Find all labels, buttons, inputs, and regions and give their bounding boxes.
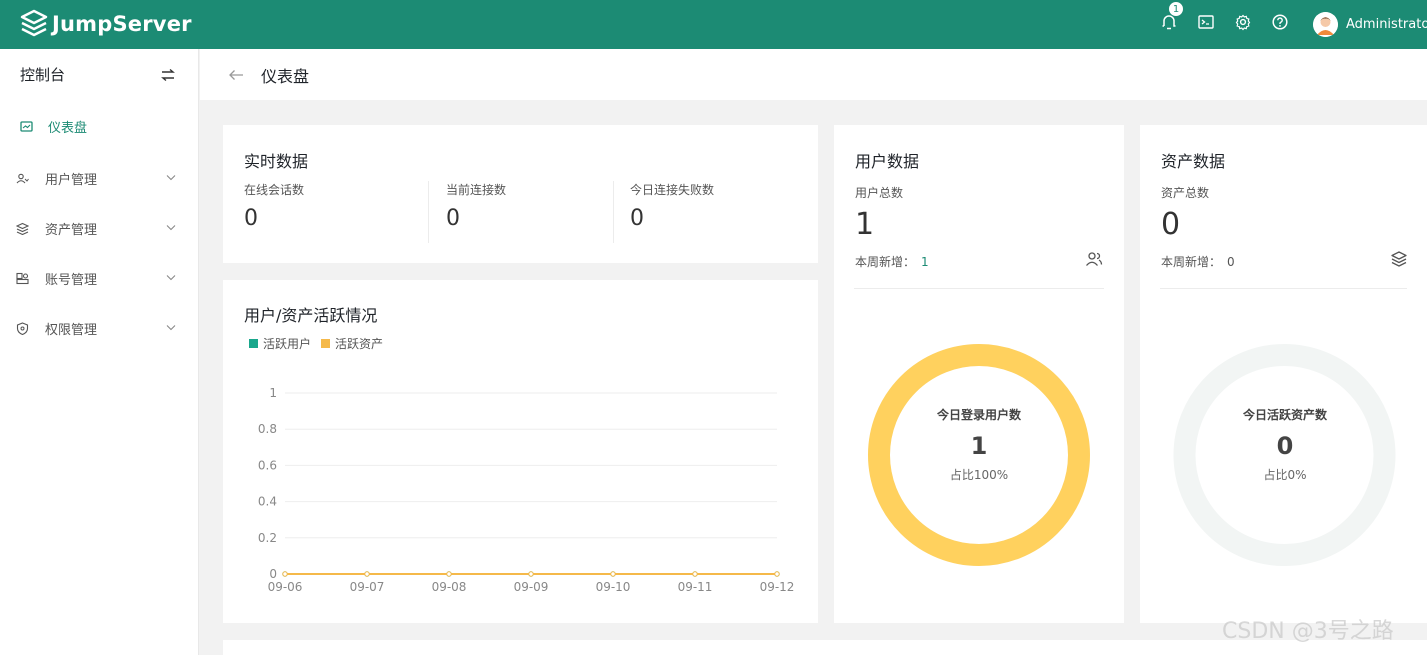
chevron-down-icon bbox=[166, 275, 176, 281]
back-arrow-icon[interactable] bbox=[228, 69, 244, 81]
notification-badge: 1 bbox=[1168, 1, 1184, 17]
assets-donut-chart bbox=[1173, 344, 1396, 566]
user-name: Administrator bbox=[1346, 17, 1427, 32]
donut-value: 1 bbox=[970, 432, 988, 460]
user-menu[interactable]: Administrator bbox=[1313, 12, 1427, 37]
sidebar-item-label: 账号管理 bbox=[45, 272, 98, 288]
x-tick-label: 09-10 bbox=[596, 580, 631, 594]
stat-label: 在线会话数 bbox=[244, 183, 305, 197]
y-tick-label: 0 bbox=[269, 567, 277, 581]
sidebar-item-label: 权限管理 bbox=[45, 322, 98, 338]
donut-percent: 占比100% bbox=[949, 468, 1009, 482]
top-header: JumpServer 1 Administrator bbox=[0, 0, 1427, 49]
data-point bbox=[282, 571, 288, 577]
sidebar-item-permissions[interactable]: 权限管理 bbox=[0, 303, 198, 353]
data-point bbox=[528, 571, 534, 577]
chevron-down-icon bbox=[166, 225, 176, 231]
dashboard-icon bbox=[20, 121, 33, 132]
y-tick-label: 0.2 bbox=[258, 531, 277, 545]
assets-icon bbox=[16, 222, 29, 235]
realtime-card: 实时数据 在线会话数 0 当前连接数 0 今日连接失败数 0 bbox=[223, 125, 818, 263]
y-tick-label: 0.4 bbox=[258, 495, 277, 509]
sidebar-item-users[interactable]: 用户管理 bbox=[0, 153, 198, 203]
terminal-icon[interactable] bbox=[1197, 13, 1215, 31]
stat-value[interactable]: 0 bbox=[630, 206, 714, 231]
x-tick-label: 09-07 bbox=[350, 580, 385, 594]
assets-card: 资产数据 资产总数 0 本周新增： 0 今日活跃资产数 0 占比0% bbox=[1140, 125, 1427, 623]
x-tick-label: 09-12 bbox=[760, 580, 795, 594]
permission-icon bbox=[16, 321, 29, 335]
users-card: 用户数据 用户总数 1 本周新增： 1 今日登录用户数 1 占比100% bbox=[834, 125, 1124, 623]
watermark: CSDN @3号之路 bbox=[1222, 619, 1394, 644]
x-tick-label: 09-08 bbox=[432, 580, 467, 594]
jumpserver-logo-icon bbox=[20, 9, 48, 37]
users-donut-chart bbox=[868, 344, 1090, 566]
page-header: 仪表盘 bbox=[200, 49, 1427, 100]
avatar bbox=[1313, 12, 1338, 37]
brand[interactable]: JumpServer bbox=[20, 9, 192, 39]
donut-label: 今日登录用户数 bbox=[936, 408, 1021, 422]
stat-value[interactable]: 0 bbox=[244, 206, 304, 231]
data-point bbox=[692, 571, 698, 577]
data-point bbox=[610, 571, 616, 577]
divider bbox=[613, 181, 614, 243]
page-title: 仪表盘 bbox=[261, 66, 310, 86]
stat-label: 当前连接数 bbox=[446, 183, 507, 197]
assets-donut-center: 今日活跃资产数 0 占比0% bbox=[1220, 406, 1350, 483]
donut-percent: 占比0% bbox=[1263, 468, 1307, 482]
users-icon bbox=[16, 173, 29, 183]
failed-connections-stat: 今日连接失败数 0 bbox=[630, 181, 714, 243]
sidebar-item-label: 资产管理 bbox=[45, 222, 98, 238]
chevron-down-icon bbox=[166, 325, 176, 331]
realtime-title: 实时数据 bbox=[244, 152, 309, 171]
activity-card: 用户/资产活跃情况 活跃用户 活跃资产 0 0.2 0.4 0.6 0.8 1 09-06 0… bbox=[223, 280, 818, 623]
donut-label: 今日活跃资产数 bbox=[1242, 408, 1327, 422]
sidebar-item-dashboard[interactable]: 仪表盘 bbox=[0, 100, 198, 153]
online-sessions-stat: 在线会话数 0 bbox=[244, 181, 304, 243]
users-donut-center: 今日登录用户数 1 占比100% bbox=[914, 406, 1044, 483]
divider bbox=[428, 181, 429, 243]
stat-value[interactable]: 0 bbox=[446, 206, 506, 231]
data-point bbox=[774, 571, 780, 577]
brand-name: JumpServer bbox=[52, 12, 192, 36]
sidebar-item-assets[interactable]: 资产管理 bbox=[0, 203, 198, 253]
current-connections-stat: 当前连接数 0 bbox=[446, 181, 506, 243]
bell-icon[interactable]: 1 bbox=[1160, 1, 1184, 31]
sidebar-title: 控制台 bbox=[20, 66, 66, 84]
settings-icon[interactable] bbox=[1234, 13, 1252, 31]
help-icon[interactable] bbox=[1271, 13, 1289, 31]
y-tick-label: 1 bbox=[269, 386, 277, 400]
sidebar-item-label: 用户管理 bbox=[45, 172, 98, 188]
x-tick-label: 09-09 bbox=[514, 580, 549, 594]
sidebar: 控制台 仪表盘 用户管理 资产管理 账号管理 权限管理 bbox=[0, 49, 199, 655]
y-tick-label: 0.8 bbox=[258, 422, 277, 436]
sidebar-item-label: 仪表盘 bbox=[48, 121, 88, 136]
donut-value: 0 bbox=[1276, 432, 1294, 460]
sidebar-item-accounts[interactable]: 账号管理 bbox=[0, 253, 198, 303]
x-tick-label: 09-11 bbox=[678, 580, 713, 594]
sidebar-header: 控制台 bbox=[0, 49, 198, 100]
y-tick-label: 0.6 bbox=[258, 458, 277, 472]
chevron-down-icon bbox=[166, 175, 176, 181]
switch-view-icon[interactable] bbox=[160, 67, 176, 83]
activity-line-chart: 0 0.2 0.4 0.6 0.8 1 09-06 09-07 09-08 09-09 09-10 0… bbox=[258, 386, 795, 594]
accounts-icon bbox=[16, 272, 29, 284]
data-point bbox=[446, 571, 452, 577]
x-tick-label: 09-06 bbox=[268, 580, 303, 594]
data-point bbox=[364, 571, 370, 577]
stat-label: 今日连接失败数 bbox=[630, 183, 715, 197]
